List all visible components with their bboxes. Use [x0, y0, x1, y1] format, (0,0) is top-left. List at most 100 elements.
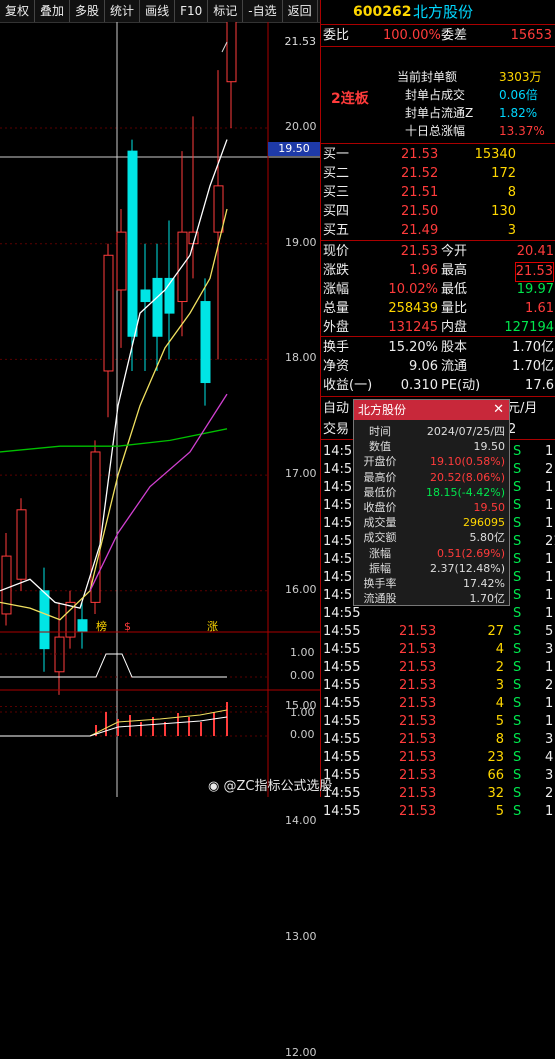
- indicator-line: [0, 716, 228, 737]
- fund-label: PE(动): [441, 378, 481, 393]
- quote-label: 涨跌: [323, 263, 350, 278]
- tab-yuan[interactable]: 元/月: [507, 400, 537, 418]
- fund-label: 股本: [441, 340, 468, 355]
- bar-info-popup[interactable]: 北方股份 ✕ 时间 2024/07/25/四 数值 19.50 开盘价 19.10(0.5…: [353, 399, 510, 606]
- toolbar-btn-1[interactable]: 叠加: [35, 0, 71, 22]
- candle-body[interactable]: [77, 619, 88, 632]
- bid-row[interactable]: 买三 21.51 8: [321, 184, 555, 202]
- popup-key: 涨幅: [369, 546, 391, 560]
- candle-body[interactable]: [177, 231, 188, 303]
- quote-value: 19.97: [516, 282, 554, 297]
- seal-info-label: 封单占成交: [405, 88, 466, 102]
- event-marker[interactable]: 榜: [96, 619, 107, 633]
- quote-label: 涨幅: [323, 282, 350, 297]
- price-tick: 20.00: [285, 120, 317, 133]
- seal-info-label: 当前封单额: [397, 70, 458, 84]
- toolbar-btn-7[interactable]: -自选: [243, 0, 283, 22]
- indicator-tick: 0.00: [290, 728, 315, 741]
- seal-info-value: 0.06倍: [499, 88, 538, 102]
- popup-value: 20.52(8.06%): [429, 470, 505, 484]
- trade-row: 14:55 21.53 2 S 1: [321, 659, 555, 677]
- popup-value: 296095: [463, 516, 505, 530]
- bid-row[interactable]: 买四 21.50 130: [321, 203, 555, 221]
- popup-key: 成交量: [363, 516, 397, 530]
- trade-count: 4: [545, 750, 554, 765]
- bid-price: 21.52: [401, 166, 439, 181]
- tab-auto[interactable]: 自动: [323, 400, 349, 418]
- trade-time: 14:55: [323, 714, 361, 729]
- watermark-text: @ZC指标公式选股: [223, 779, 333, 794]
- indicator-line: [0, 709, 228, 737]
- popup-value: 1.70亿: [469, 592, 506, 606]
- popup-title: 北方股份: [358, 403, 407, 417]
- toolbar-btn-2[interactable]: 多股: [70, 0, 106, 22]
- popup-row: 最高价 20.52(8.06%): [354, 470, 509, 485]
- trade-count: 2: [545, 786, 554, 801]
- trade-side: S: [513, 588, 522, 603]
- indicator-tick: 1.00: [290, 646, 315, 659]
- candle-body[interactable]: [103, 254, 114, 372]
- trade-side: S: [513, 444, 522, 459]
- price-tick: 14.00: [285, 814, 317, 828]
- candle-body[interactable]: [116, 231, 127, 291]
- bid-row[interactable]: 买五 21.49 3: [321, 222, 555, 240]
- toolbar-btn-8[interactable]: 返回: [283, 0, 318, 22]
- kline-chart[interactable]: 榜 $ 涨: [0, 22, 320, 797]
- bid-volume: 172: [491, 166, 516, 181]
- candle-body[interactable]: [1, 555, 12, 615]
- popup-value: 18.15(-4.42%): [426, 485, 505, 499]
- trade-time: 14:55: [323, 804, 361, 819]
- price-callout: 21.53: [284, 35, 317, 48]
- popup-key: 成交额: [363, 531, 397, 545]
- chart-toolbar: 复权 叠加 多股 统计 画线 F10 标记 -自选 返回: [0, 0, 320, 23]
- trade-count: 2: [545, 462, 554, 477]
- toolbar-btn-4[interactable]: 画线: [140, 0, 176, 22]
- trade-row: 14:55 21.53 66 S 3: [321, 767, 555, 785]
- candle-body[interactable]: [226, 22, 237, 83]
- seal-info-value: 1.82%: [499, 106, 538, 120]
- price-tick: 18.00: [285, 351, 317, 365]
- indicator-tick: 0.00: [290, 669, 315, 682]
- candle-body[interactable]: [213, 185, 224, 233]
- candle-body[interactable]: [152, 277, 163, 337]
- candle-body[interactable]: [16, 509, 27, 580]
- toolbar-btn-3[interactable]: 统计: [105, 0, 141, 22]
- bid-label: 买四: [323, 204, 350, 219]
- seal-info-value: 3303万: [499, 70, 542, 84]
- event-marker[interactable]: 涨: [207, 620, 218, 633]
- weibo-icon: ◉: [208, 779, 220, 794]
- trade-price: 21.53: [399, 660, 437, 675]
- trade-time: 14:55: [323, 606, 361, 621]
- bid-price: 21.49: [401, 223, 439, 238]
- seal-info-value: 13.37%: [499, 124, 545, 138]
- trade-time: 14:55: [323, 696, 361, 711]
- trade-time: 14:55: [323, 624, 361, 639]
- stock-code: 600262: [353, 4, 412, 20]
- quote-value: 1.96: [409, 263, 438, 278]
- popup-row: 时间 2024/07/25/四: [354, 424, 509, 439]
- event-marker[interactable]: $: [124, 620, 131, 633]
- trade-side: S: [513, 606, 522, 621]
- popup-value: 19.50: [473, 440, 506, 454]
- seal-info-row: 十日总涨幅 13.37%: [321, 122, 555, 140]
- bid-label: 买五: [323, 223, 350, 238]
- candle-body[interactable]: [127, 150, 138, 337]
- seal-info-row: 封单占流通Z 1.82%: [321, 104, 555, 122]
- candle-body[interactable]: [39, 590, 50, 650]
- toolbar-btn-0[interactable]: 复权: [0, 0, 36, 22]
- bid-row[interactable]: 买二 21.52 172: [321, 165, 555, 183]
- trade-count: 1: [545, 552, 554, 567]
- quote-label: 今开: [441, 244, 468, 259]
- bid-row[interactable]: 买一 21.53 15340: [321, 146, 555, 164]
- seal-info-row: 封单占成交 0.06倍: [321, 86, 555, 104]
- toolbar-btn-5[interactable]: F10: [175, 0, 209, 22]
- bid-price: 21.53: [401, 147, 439, 162]
- candle-body[interactable]: [200, 301, 211, 384]
- bid-price: 21.51: [401, 185, 439, 200]
- trade-count: 1: [545, 606, 554, 621]
- trade-price: 21.53: [399, 714, 437, 729]
- candle-body[interactable]: [140, 289, 151, 303]
- quote-label: 总量: [323, 301, 350, 316]
- toolbar-btn-6[interactable]: 标记: [208, 0, 244, 22]
- close-icon[interactable]: ✕: [493, 400, 504, 420]
